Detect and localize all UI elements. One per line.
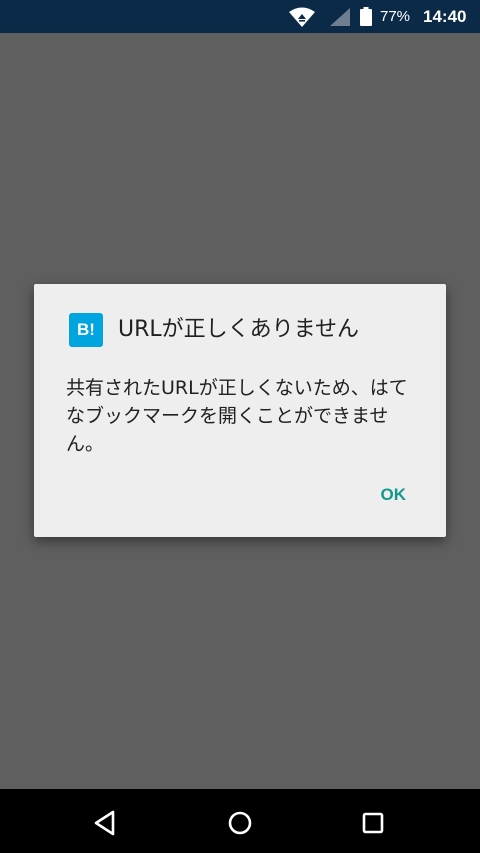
dialog-title: URLが正しくありません (118, 317, 359, 342)
wifi-icon (289, 7, 315, 27)
hatena-bookmark-app-icon: B! (69, 313, 103, 347)
back-icon[interactable] (88, 805, 124, 841)
screen: 77% 14:40 B! URLが正しくありません 共有されたURLが正しくない… (0, 0, 480, 853)
ok-button[interactable]: OK (377, 483, 411, 507)
battery-percent: 77% (380, 8, 411, 25)
status-clock: 14:40 (423, 7, 467, 26)
signal-icon (330, 8, 350, 26)
navigation-bar (0, 789, 480, 853)
battery-icon (360, 7, 372, 26)
dialog-message: 共有されたURLが正しくないため、はてなブックマークを開くことができません。 (66, 377, 408, 455)
error-dialog: B! URLが正しくありません 共有されたURLが正しくないため、はてなブックマ… (34, 284, 446, 537)
recents-icon[interactable] (355, 805, 391, 841)
status-bar: 77% 14:40 (0, 0, 480, 33)
home-icon[interactable] (222, 805, 258, 841)
